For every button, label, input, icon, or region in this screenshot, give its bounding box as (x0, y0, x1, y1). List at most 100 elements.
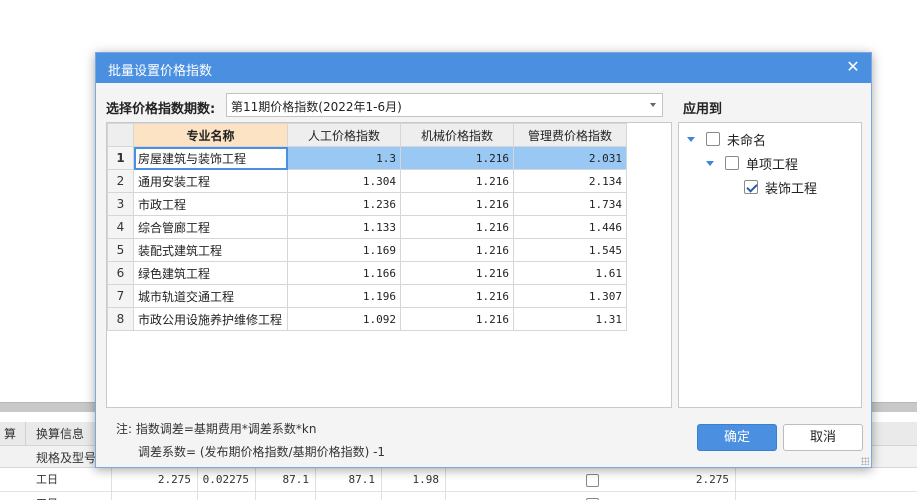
mgmt-index-cell[interactable]: 2.134 (513, 169, 627, 193)
tree-node-checkbox[interactable] (744, 180, 758, 194)
bg-table-row[interactable]: 工日 2.275 0.02275 87.1 87.1 1.98 2.275 (0, 468, 917, 492)
apply-to-label: 应用到 (683, 102, 723, 117)
machine-index-cell[interactable]: 1.216 (400, 307, 514, 331)
tree-node[interactable]: 装饰工程 (724, 177, 817, 197)
dialog-title: 批量设置价格指数 (108, 64, 213, 79)
specialty-name-cell[interactable]: 装配式建筑工程 (133, 238, 288, 262)
row-index: 4 (107, 215, 134, 239)
specialty-name-cell[interactable]: 市政公用设施养护维修工程 (133, 307, 288, 331)
period-label: 选择价格指数期数: (106, 102, 216, 117)
table-row[interactable]: 1 房屋建筑与装饰工程 1.3 1.216 2.031 (107, 146, 627, 170)
specialty-name-cell[interactable]: 绿色建筑工程 (133, 261, 288, 285)
labor-index-cell[interactable]: 1.092 (287, 307, 401, 331)
specialty-name-cell[interactable]: 市政工程 (133, 192, 288, 216)
labor-index-cell[interactable]: 1.166 (287, 261, 401, 285)
bg-table-cell[interactable]: 工日 (30, 468, 112, 492)
labor-index-cell[interactable]: 1.169 (287, 238, 401, 262)
bg-tab-conversion-info[interactable]: 换算信息 (26, 422, 102, 446)
bg-row-checkbox[interactable] (586, 474, 599, 487)
specialty-name-cell[interactable]: 房屋建筑与装饰工程 (133, 146, 288, 170)
bg-table-cell[interactable]: 2.275 (678, 468, 736, 492)
mgmt-index-cell[interactable]: 1.31 (513, 307, 627, 331)
table-row[interactable]: 4 综合管廊工程 1.133 1.216 1.446 (107, 215, 627, 239)
grid-corner-cell (107, 123, 134, 147)
machine-index-cell[interactable]: 1.216 (400, 215, 514, 239)
row-index: 1 (107, 146, 134, 170)
labor-index-cell[interactable]: 1.3 (287, 146, 401, 170)
price-index-grid: 专业名称 人工价格指数 机械价格指数 管理费价格指数 1 房屋建筑与装饰工程 1.3… (106, 122, 672, 408)
apply-to-tree: 未命名单项工程装饰工程 (678, 122, 862, 408)
mgmt-index-cell[interactable]: 1.734 (513, 192, 627, 216)
table-row[interactable]: 8 市政公用设施养护维修工程 1.092 1.216 1.31 (107, 307, 627, 331)
row-index: 5 (107, 238, 134, 262)
machine-index-cell[interactable]: 1.216 (400, 192, 514, 216)
bg-tab-calc[interactable]: 算 (0, 422, 26, 446)
mgmt-index-cell[interactable]: 1.61 (513, 261, 627, 285)
machine-index-cell[interactable]: 1.216 (400, 169, 514, 193)
note-coefficient: 调差系数= (发布期价格指数/基期价格指数) -1 (138, 445, 386, 459)
labor-index-cell[interactable]: 1.304 (287, 169, 401, 193)
dialog-title-bar[interactable]: 批量设置价格指数 ✕ (96, 53, 871, 83)
batch-price-index-dialog: 批量设置价格指数 ✕ 选择价格指数期数: 第11期价格指数(2022年1-6月)… (95, 52, 872, 468)
bg-table-cell[interactable] (382, 492, 446, 500)
bg-header-spec: 规格及型号 (36, 451, 97, 465)
machine-index-cell[interactable]: 1.216 (400, 238, 514, 262)
period-select[interactable]: 第11期价格指数(2022年1-6月) (226, 93, 663, 117)
mgmt-index-cell[interactable]: 2.031 (513, 146, 627, 170)
table-row[interactable]: 5 装配式建筑工程 1.169 1.216 1.545 (107, 238, 627, 262)
row-index: 6 (107, 261, 134, 285)
col-header-labor-index[interactable]: 人工价格指数 (287, 123, 401, 147)
bg-table-cell[interactable]: 87.1 (256, 468, 316, 492)
labor-index-cell[interactable]: 1.196 (287, 284, 401, 308)
labor-index-cell[interactable]: 1.133 (287, 215, 401, 239)
labor-index-cell[interactable]: 1.236 (287, 192, 401, 216)
tree-node-checkbox[interactable] (725, 156, 739, 170)
tree-node-label: 未命名 (727, 133, 767, 149)
table-row[interactable]: 7 城市轨道交通工程 1.196 1.216 1.307 (107, 284, 627, 308)
machine-index-cell[interactable]: 1.216 (400, 284, 514, 308)
machine-index-cell[interactable]: 1.216 (400, 146, 514, 170)
bg-table-cell[interactable]: 1.98 (382, 468, 446, 492)
machine-index-cell[interactable]: 1.216 (400, 261, 514, 285)
bg-table-row[interactable]: 工日 (0, 492, 917, 500)
row-index: 7 (107, 284, 134, 308)
mgmt-index-cell[interactable]: 1.545 (513, 238, 627, 262)
bg-table-cell[interactable]: 87.1 (316, 468, 382, 492)
row-index: 8 (107, 307, 134, 331)
specialty-name-cell[interactable]: 综合管廊工程 (133, 215, 288, 239)
ok-button[interactable]: 确定 (697, 424, 777, 451)
col-header-mgmt-index[interactable]: 管理费价格指数 (513, 123, 627, 147)
tree-node[interactable]: 单项工程 (705, 153, 798, 173)
row-index: 3 (107, 192, 134, 216)
table-row[interactable]: 2 通用安装工程 1.304 1.216 2.134 (107, 169, 627, 193)
tree-node-checkbox[interactable] (706, 132, 720, 146)
bg-table-cell[interactable] (316, 492, 382, 500)
cancel-button[interactable]: 取消 (783, 424, 863, 451)
col-header-specialty[interactable]: 专业名称 (133, 123, 288, 147)
bg-table-cell[interactable]: 2.275 (150, 468, 198, 492)
specialty-name-cell[interactable]: 通用安装工程 (133, 169, 288, 193)
bg-table-cell[interactable] (256, 492, 316, 500)
bg-table-cell[interactable] (198, 492, 256, 500)
specialty-name-cell[interactable]: 城市轨道交通工程 (133, 284, 288, 308)
expand-arrow-icon[interactable] (705, 158, 715, 168)
period-select-value: 第11期价格指数(2022年1-6月) (231, 100, 402, 114)
table-row[interactable]: 6 绿色建筑工程 1.166 1.216 1.61 (107, 261, 627, 285)
expand-arrow-icon[interactable] (686, 134, 696, 144)
grid-header-row: 专业名称 人工价格指数 机械价格指数 管理费价格指数 (107, 123, 627, 147)
tree-node-label: 单项工程 (746, 157, 799, 173)
mgmt-index-cell[interactable]: 1.307 (513, 284, 627, 308)
tree-node[interactable]: 未命名 (686, 129, 766, 149)
bg-table-cell[interactable] (678, 492, 736, 500)
mgmt-index-cell[interactable]: 1.446 (513, 215, 627, 239)
bg-table-cell[interactable]: 工日 (30, 492, 112, 500)
bg-table-cell[interactable]: 0.02275 (198, 468, 256, 492)
resize-grip-icon[interactable] (861, 457, 869, 465)
row-index: 2 (107, 169, 134, 193)
table-row[interactable]: 3 市政工程 1.236 1.216 1.734 (107, 192, 627, 216)
chevron-down-icon[interactable] (650, 103, 656, 107)
bg-table-cell[interactable] (150, 492, 198, 500)
close-icon[interactable]: ✕ (843, 57, 863, 77)
col-header-machine-index[interactable]: 机械价格指数 (400, 123, 514, 147)
